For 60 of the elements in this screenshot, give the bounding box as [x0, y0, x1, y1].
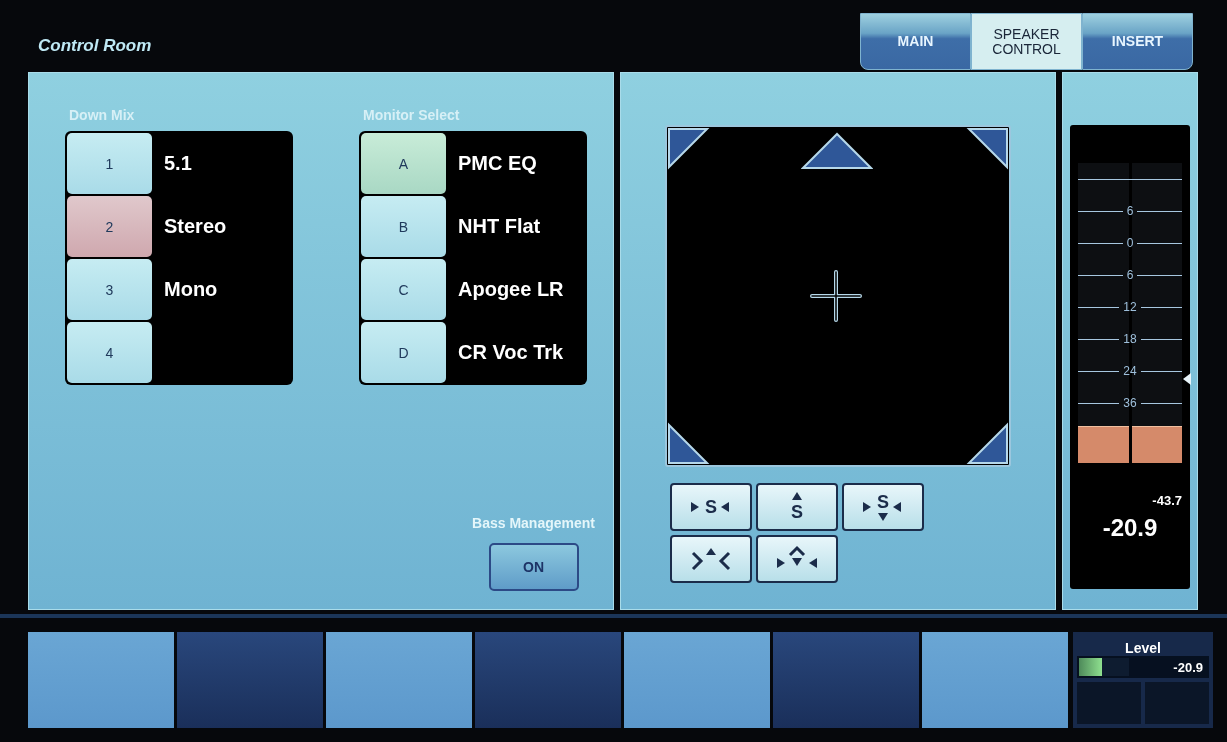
section-label: Monitor Select — [362, 107, 461, 123]
scale-label: 12 — [1123, 300, 1137, 314]
option-name: 5.1 — [164, 152, 192, 175]
speaker-mode-button[interactable] — [670, 535, 752, 583]
empty-slot — [1077, 682, 1141, 724]
level-label: Level — [1125, 640, 1161, 656]
channel-tile[interactable] — [922, 632, 1068, 728]
channel-tile[interactable] — [475, 632, 621, 728]
option-button[interactable]: D — [361, 322, 446, 383]
scale-label: 6 — [1126, 268, 1134, 282]
speaker-mode-button[interactable]: S — [670, 483, 752, 531]
level-value: -20.9 — [1173, 659, 1203, 675]
channel-tile[interactable] — [28, 632, 174, 728]
option-name: Apogee LR — [458, 278, 564, 301]
option-name: PMC EQ — [458, 152, 537, 175]
left-arrow-icon — [721, 502, 731, 512]
option-button[interactable]: C — [361, 259, 446, 320]
right-arrow-icon — [863, 502, 873, 512]
down-arrow-icon — [878, 512, 888, 523]
empty-slot — [1145, 682, 1209, 724]
channel-tile[interactable] — [177, 632, 323, 728]
left-arrow-icon — [893, 502, 903, 512]
crosshair-icon[interactable] — [810, 270, 862, 322]
option-name: Stereo — [164, 215, 227, 238]
scale-label: 18 — [1123, 332, 1137, 346]
peak-reading: -43.7 — [1152, 493, 1182, 508]
subwoofer-label: S — [877, 491, 889, 513]
scale-label: 36 — [1123, 396, 1137, 410]
screen-title: Control Room — [38, 36, 152, 56]
speaker-triangle-icon[interactable] — [801, 131, 873, 171]
option-button[interactable]: 2 — [67, 196, 152, 257]
channel-tile[interactable] — [624, 632, 770, 728]
section-label: Down Mix — [68, 107, 136, 123]
scale-label: 24 — [1123, 364, 1137, 378]
option-button[interactable]: A — [361, 133, 446, 194]
speaker-mode-button[interactable]: S — [756, 483, 838, 531]
bass-management-label: Bass Management — [472, 516, 595, 531]
channel-tile[interactable] — [326, 632, 472, 728]
option-name: Mono — [164, 278, 218, 301]
speaker-mode-button[interactable] — [756, 535, 838, 583]
option-button[interactable]: 1 — [67, 133, 152, 194]
right-arrow-icon — [691, 502, 701, 512]
channel-tile[interactable] — [773, 632, 919, 728]
up-arrow-icon — [792, 491, 802, 502]
option-button[interactable]: B — [361, 196, 446, 257]
level-reading: -20.9 — [1102, 514, 1158, 542]
scale-label: 0 — [1126, 236, 1134, 250]
option-name: CR Voc Trk — [458, 341, 564, 364]
subwoofer-label: S — [705, 496, 717, 518]
option-name: NHT Flat — [458, 215, 541, 238]
scale-label: 6 — [1126, 204, 1134, 218]
option-button[interactable]: 4 — [67, 322, 152, 383]
speaker-position-pad[interactable] — [665, 125, 1011, 467]
tab[interactable]: SPEAKER CONTROL — [971, 13, 1082, 70]
bass-management-button[interactable]: ON — [488, 543, 579, 591]
tab[interactable]: INSERT — [1082, 13, 1193, 70]
option-button[interactable]: 3 — [67, 259, 152, 320]
speaker-mode-button[interactable]: S — [842, 483, 924, 531]
tab[interactable]: MAIN — [860, 13, 971, 70]
subwoofer-label: S — [791, 501, 803, 523]
